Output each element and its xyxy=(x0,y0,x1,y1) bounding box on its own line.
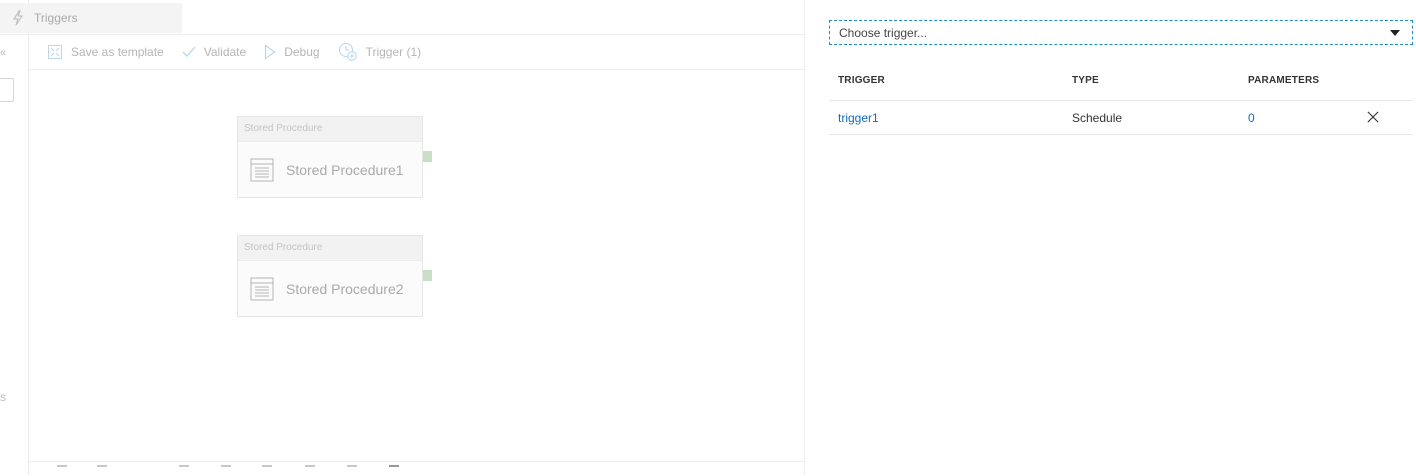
trigger-parameters-link[interactable]: 0 xyxy=(1248,111,1255,125)
stored-procedure-icon xyxy=(250,158,274,181)
activity-type-label: Stored Procedure xyxy=(238,117,422,142)
table-row: trigger1 Schedule 0 xyxy=(829,101,1413,135)
fit-icon[interactable] xyxy=(221,465,231,475)
debug-label: Debug xyxy=(284,45,320,59)
activity-name: Stored Procedure2 xyxy=(286,280,404,297)
activity-stored-procedure-1[interactable]: Stored Procedure Stored Procedure1 xyxy=(237,116,432,198)
table-header: TRIGGER TYPE PARAMETERS xyxy=(829,62,1413,101)
trigger-table: TRIGGER TYPE PARAMETERS trigger1 Schedul… xyxy=(829,62,1413,135)
dropdown-placeholder: Choose trigger... xyxy=(839,25,928,40)
template-icon xyxy=(48,45,62,59)
search-icon[interactable] xyxy=(179,465,189,475)
activity-type-label: Stored Procedure xyxy=(238,236,422,261)
layout-icon[interactable] xyxy=(389,465,399,475)
close-icon[interactable] xyxy=(1367,111,1379,123)
pipeline-toolbar: Save as template Validate Debug Trigger … xyxy=(29,35,804,70)
clock-add-icon xyxy=(338,42,357,61)
choose-trigger-dropdown[interactable]: Choose trigger... xyxy=(829,20,1413,45)
success-connector-handle[interactable] xyxy=(423,270,432,281)
chevron-down-icon xyxy=(1390,30,1400,36)
activity-stored-procedure-2[interactable]: Stored Procedure Stored Procedure2 xyxy=(237,235,432,317)
column-header-trigger: TRIGGER xyxy=(838,75,885,86)
auto-align-icon[interactable] xyxy=(347,465,357,475)
zoom-100-icon[interactable] xyxy=(262,465,272,475)
select-icon[interactable] xyxy=(305,465,315,475)
collapse-icon[interactable]: « xyxy=(0,47,6,59)
tab-label: Triggers xyxy=(34,11,78,25)
save-as-template-label: Save as template xyxy=(71,45,164,59)
search-box-fragment[interactable] xyxy=(0,78,14,102)
canvas-controls xyxy=(29,461,804,476)
zoom-out-icon[interactable] xyxy=(57,465,67,475)
trigger-name-link[interactable]: trigger1 xyxy=(838,111,879,125)
trigger-button[interactable]: Trigger (1) xyxy=(338,42,422,62)
trigger-type: Schedule xyxy=(1072,111,1123,125)
debug-button[interactable]: Debug xyxy=(264,44,320,60)
zoom-slider-icon[interactable] xyxy=(97,465,107,475)
tab-triggers[interactable]: Triggers xyxy=(0,3,182,33)
pipeline-canvas[interactable]: Stored Procedure Stored Procedure1 Store… xyxy=(29,70,804,460)
tab-bar: Triggers xyxy=(0,0,804,35)
side-label-fragment: s xyxy=(0,390,6,404)
left-side-strip: « s xyxy=(0,0,29,475)
lightning-icon xyxy=(13,10,23,26)
column-header-parameters: PARAMETERS xyxy=(1248,75,1320,86)
validate-label: Validate xyxy=(203,45,247,59)
success-connector-handle[interactable] xyxy=(423,151,432,162)
validate-button[interactable]: Validate xyxy=(182,45,246,59)
checkmark-icon xyxy=(182,46,196,57)
trigger-label: Trigger (1) xyxy=(365,45,422,59)
activity-name: Stored Procedure1 xyxy=(286,161,404,178)
save-as-template-button[interactable]: Save as template xyxy=(47,44,164,60)
trigger-panel: Choose trigger... TRIGGER TYPE PARAMETER… xyxy=(804,0,1416,475)
play-icon xyxy=(265,44,276,60)
column-header-type: TYPE xyxy=(1072,75,1099,86)
stored-procedure-icon xyxy=(250,277,274,300)
